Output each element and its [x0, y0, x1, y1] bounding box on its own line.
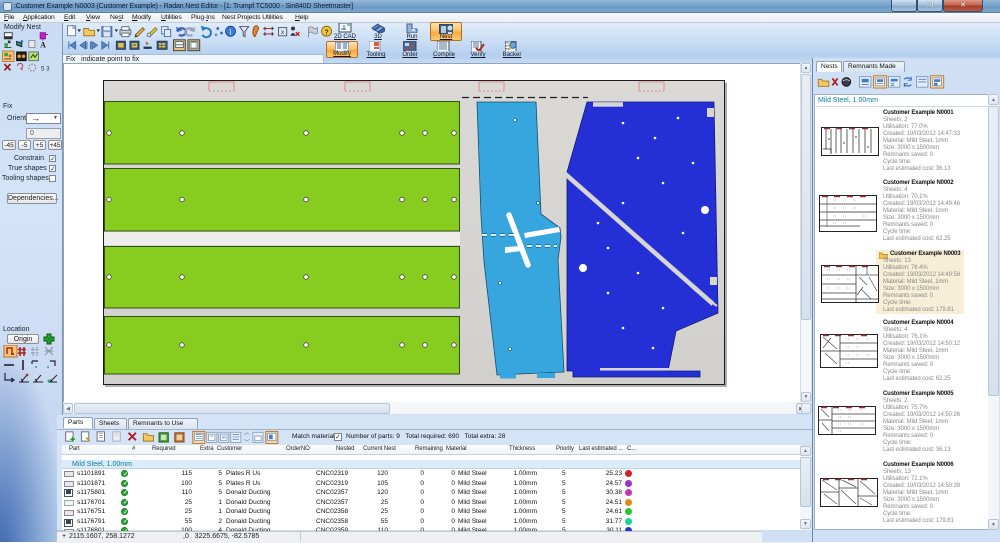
svg-text:5 3: 5 3: [41, 65, 50, 72]
svg-text:A: A: [40, 41, 46, 50]
